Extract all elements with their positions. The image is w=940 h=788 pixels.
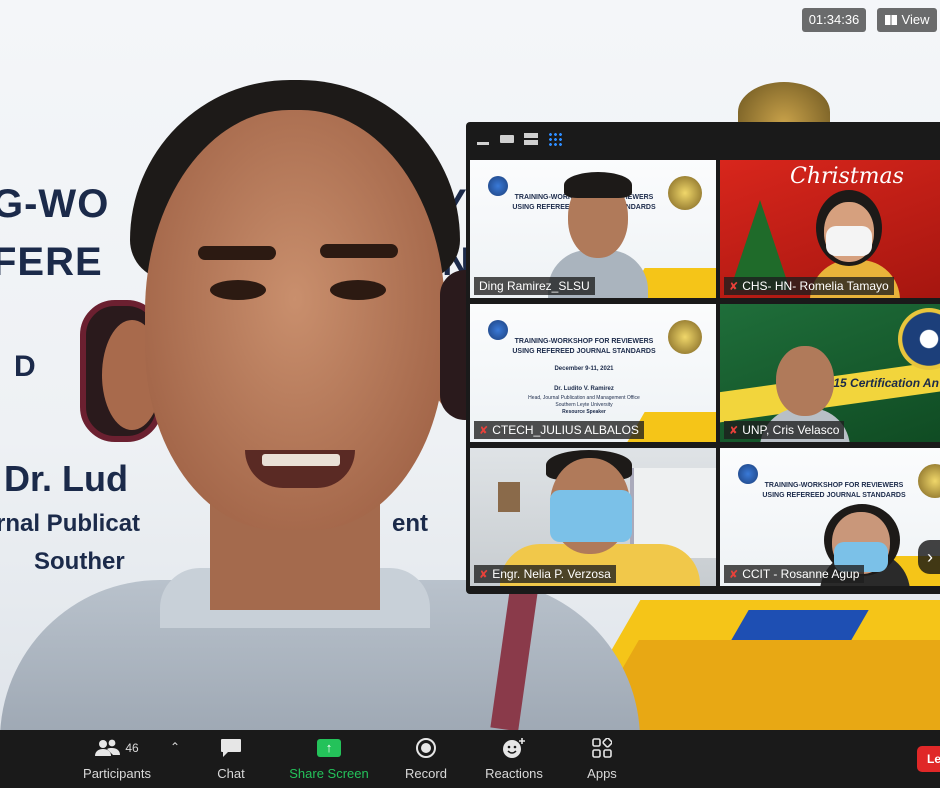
slide-swoosh bbox=[731, 610, 869, 640]
grid-icon bbox=[884, 15, 897, 25]
reactions-icon-wrap bbox=[502, 736, 526, 760]
video-tile[interactable]: Christmas ✘ CHS- HN- Romelia Tamayo bbox=[720, 160, 940, 298]
record-icon bbox=[416, 738, 436, 758]
speaker-view-icon[interactable] bbox=[500, 132, 514, 146]
tile-name-label: Ding Ramirez_SLSU bbox=[474, 277, 595, 295]
university-logo bbox=[488, 176, 508, 196]
tile-slide-role: Head, Journal Publication and Management… bbox=[528, 395, 640, 401]
participant-name: CHS- HN- Romelia Tamayo bbox=[742, 279, 889, 293]
mic-muted-icon: ✘ bbox=[729, 568, 739, 581]
meeting-toolbar: 46 Participants ⌃ Chat ↑ Share Screen Re… bbox=[0, 730, 940, 788]
tile-name-label: ✘ UNP, Cris Velasco bbox=[724, 421, 845, 439]
seal-icon bbox=[668, 176, 702, 210]
tile-name-label: ✘ Engr. Nelia P. Verzosa bbox=[474, 565, 616, 583]
tile-slide-title: TRAINING-WORKSHOP FOR REVIEWERS bbox=[764, 482, 904, 489]
share-screen-label: Share Screen bbox=[289, 766, 369, 781]
chat-label: Chat bbox=[217, 766, 245, 781]
share-icon-wrap: ↑ bbox=[317, 736, 341, 760]
speaker-teeth bbox=[262, 454, 340, 466]
tile-slide-subtitle: USING REFEREED JOURNAL STANDARDS bbox=[762, 492, 906, 499]
video-tile[interactable]: TRAINING-WORKSHOP FOR REVIEWERS USING RE… bbox=[470, 160, 716, 298]
speaker-eye bbox=[330, 280, 386, 300]
apps-label: Apps bbox=[587, 766, 617, 781]
participant-hair bbox=[564, 172, 632, 198]
participant-name: CTECH_JULIUS ALBALOS bbox=[492, 423, 639, 437]
tile-slide-resource: Resource Speaker bbox=[562, 409, 606, 415]
tile-slide-date: December 9-11, 2021 bbox=[554, 366, 614, 372]
video-tile[interactable]: TRAINING-WORKSHOP FOR REVIEWERS USING RE… bbox=[720, 448, 940, 586]
video-tile[interactable]: 2015 Certification An ✘ UNP, Cris Velasco bbox=[720, 304, 940, 442]
mic-muted-icon: ✘ bbox=[729, 424, 739, 437]
participant-face bbox=[776, 346, 834, 416]
university-logo bbox=[738, 464, 758, 484]
seal-icon bbox=[668, 320, 702, 354]
minimize-icon[interactable] bbox=[476, 132, 490, 146]
participants-icon bbox=[95, 739, 121, 756]
leave-button[interactable]: Le bbox=[917, 746, 940, 772]
share-screen-button[interactable]: ↑ Share Screen bbox=[288, 736, 370, 784]
share-screen-icon: ↑ bbox=[317, 739, 341, 757]
reactions-button[interactable]: Reactions bbox=[482, 736, 546, 784]
participant-name: CCIT - Rosanne Agup bbox=[742, 567, 860, 581]
chat-button[interactable]: Chat bbox=[214, 736, 248, 784]
chat-icon-wrap bbox=[220, 736, 242, 760]
view-button[interactable]: View bbox=[877, 8, 937, 32]
reactions-label: Reactions bbox=[485, 766, 543, 781]
slide-line-3: D bbox=[14, 350, 36, 383]
participant-name: Engr. Nelia P. Verzosa bbox=[492, 567, 611, 581]
speaker-eye bbox=[210, 280, 266, 300]
gallery-toolbar bbox=[466, 122, 940, 156]
mic-muted-icon: ✘ bbox=[479, 424, 489, 437]
record-icon-wrap bbox=[415, 736, 437, 760]
strip-view-icon[interactable] bbox=[524, 132, 538, 146]
tile-name-label: ✘ CCIT - Rosanne Agup bbox=[724, 565, 865, 583]
apps-button[interactable]: Apps bbox=[584, 736, 620, 784]
participants-icon-wrap: 46 bbox=[95, 736, 139, 760]
speaker-brow bbox=[320, 244, 398, 258]
next-page-button[interactable]: › bbox=[918, 540, 940, 574]
speaker-brow bbox=[198, 246, 276, 260]
participant-name: UNP, Cris Velasco bbox=[742, 423, 840, 437]
participants-count: 46 bbox=[125, 741, 139, 755]
tile-slide-title: TRAINING-WORKSHOP FOR REVIEWERS bbox=[514, 338, 654, 345]
chevron-up-icon[interactable]: ⌃ bbox=[170, 740, 180, 754]
view-label: View bbox=[901, 12, 930, 27]
face-mask bbox=[826, 226, 872, 256]
participant-name: Ding Ramirez_SLSU bbox=[479, 279, 590, 293]
tile-name-label: ✘ CHS- HN- Romelia Tamayo bbox=[724, 277, 894, 295]
record-label: Record bbox=[405, 766, 447, 781]
university-logo bbox=[488, 320, 508, 340]
chat-icon bbox=[221, 739, 241, 757]
mic-muted-icon: ✘ bbox=[479, 568, 489, 581]
tile-slide-university: Southern Leyte University bbox=[555, 402, 613, 408]
gallery-view-icon[interactable] bbox=[548, 131, 563, 147]
tile-slide-speaker: Dr. Ludito V. Ramirez bbox=[554, 386, 614, 392]
video-tile[interactable]: ✘ Engr. Nelia P. Verzosa bbox=[470, 448, 716, 586]
tile-name-label: ✘ CTECH_JULIUS ALBALOS bbox=[474, 421, 644, 439]
apps-icon bbox=[592, 738, 612, 758]
tile-slide-subtitle: USING REFEREED JOURNAL STANDARDS bbox=[512, 348, 656, 355]
record-button[interactable]: Record bbox=[402, 736, 450, 784]
reactions-icon bbox=[503, 738, 525, 758]
mic-muted-icon: ✘ bbox=[729, 280, 739, 293]
gallery-panel[interactable]: TRAINING-WORKSHOP FOR REVIEWERS USING RE… bbox=[466, 122, 940, 594]
christmas-text: Christmas bbox=[790, 164, 904, 189]
video-tile[interactable]: TRAINING-WORKSHOP FOR REVIEWERS USING RE… bbox=[470, 304, 716, 442]
meeting-timer: 01:34:36 bbox=[802, 8, 866, 32]
face-mask bbox=[550, 490, 632, 542]
certification-text: 2015 Certification An bbox=[820, 376, 939, 390]
apps-icon-wrap bbox=[592, 736, 612, 760]
wall-frame bbox=[498, 482, 520, 512]
participants-button[interactable]: 46 Participants bbox=[80, 736, 154, 784]
participants-label: Participants bbox=[83, 766, 151, 781]
